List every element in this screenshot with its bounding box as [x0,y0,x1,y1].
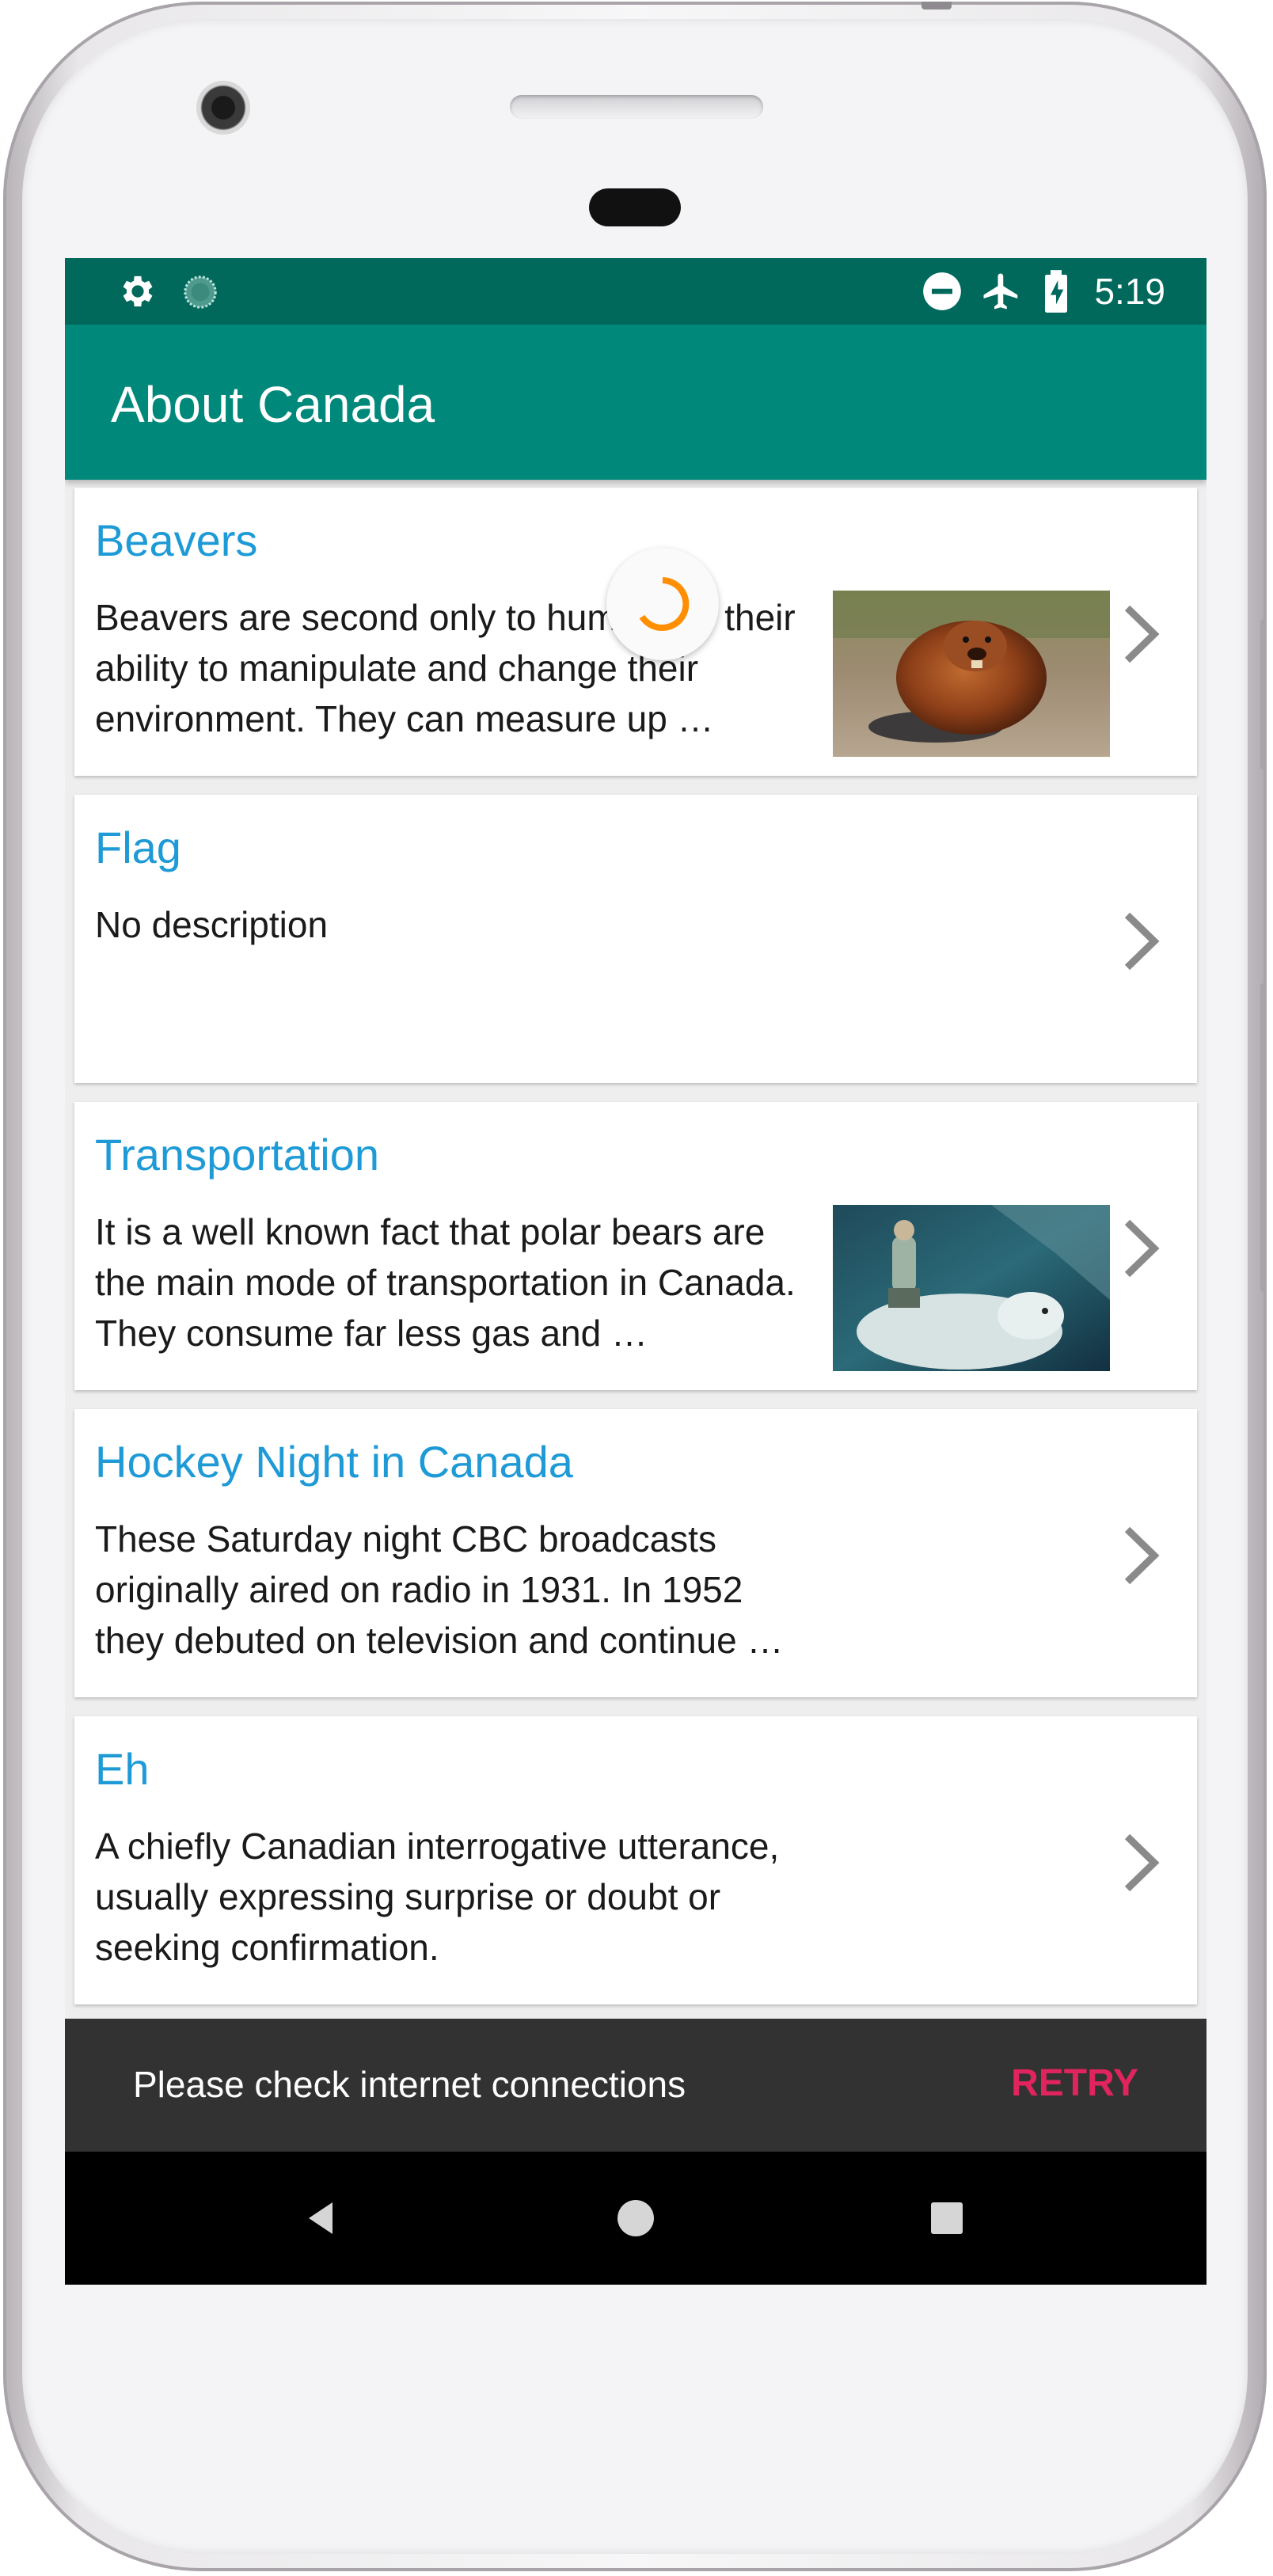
airplane-mode-icon [983,273,1018,310]
item-title: Transportation [95,1130,379,1180]
item-image[interactable] [833,591,1110,757]
snackbar-message: Please check internet connections [133,2064,686,2105]
status-clock: 5:19 [1094,271,1165,312]
retry-button[interactable]: RETRY [1011,2061,1138,2105]
phone-frame: 5:19 About Canada Beavers Beavers are se… [3,2,1267,2571]
item-title: Flag [95,823,181,872]
phone-volume-button [1260,983,1267,1292]
item-title: Hockey Night in Canada [95,1437,573,1487]
navigation-bar [65,2152,1206,2285]
proximity-sensor [589,188,681,226]
app-title: About Canada [111,376,435,433]
back-icon[interactable] [298,2193,348,2244]
item-description: It is a well known fact that polar bears… [95,1211,796,1354]
item-description: A chiefly Canadian interrogative utteran… [95,1826,780,1968]
progress-arc-icon [639,577,690,631]
chevron-right-icon[interactable] [1110,1827,1168,1898]
item-description: No description [95,904,329,945]
list-item-hockey-night[interactable]: Hockey Night in Canada These Saturday ni… [74,1409,1197,1697]
do-not-disturb-icon [923,272,962,310]
front-camera [196,81,250,135]
phone-top-button [922,2,952,9]
chevron-right-icon[interactable] [1110,1213,1168,1284]
screen: 5:19 About Canada Beavers Beavers are se… [65,258,1206,2285]
status-icons: 5:19 [922,269,1165,313]
chevron-right-icon[interactable] [1110,906,1168,977]
chevron-right-icon[interactable] [1110,1520,1168,1591]
gear-icon [123,275,153,307]
list-item-eh[interactable]: Eh A chiefly Canadian interrogative utte… [74,1716,1197,2004]
app-bar: About Canada [65,325,1206,480]
item-description: These Saturday night CBC broadcasts orig… [95,1518,784,1661]
recents-icon[interactable] [922,2193,972,2244]
polar-bear-image [833,1205,1110,1371]
status-bar: 5:19 [65,258,1206,325]
phone-power-button [1260,619,1267,769]
item-title: Eh [95,1744,150,1794]
snackbar: Please check internet connections RETRY [65,2019,1206,2152]
chevron-right-icon[interactable] [1110,598,1168,670]
item-title: Beavers [95,515,258,565]
earpiece-speaker [510,95,763,119]
beaver-image [833,591,1110,757]
list-item-transportation[interactable]: Transportation It is a well known fact t… [74,1102,1197,1390]
item-image[interactable] [833,1205,1110,1371]
loading-spinner [606,548,719,660]
sync-icon [184,275,217,309]
list-item-flag[interactable]: Flag No description [74,795,1197,1083]
home-icon[interactable] [610,2193,661,2244]
battery-charging-icon [1045,270,1068,313]
